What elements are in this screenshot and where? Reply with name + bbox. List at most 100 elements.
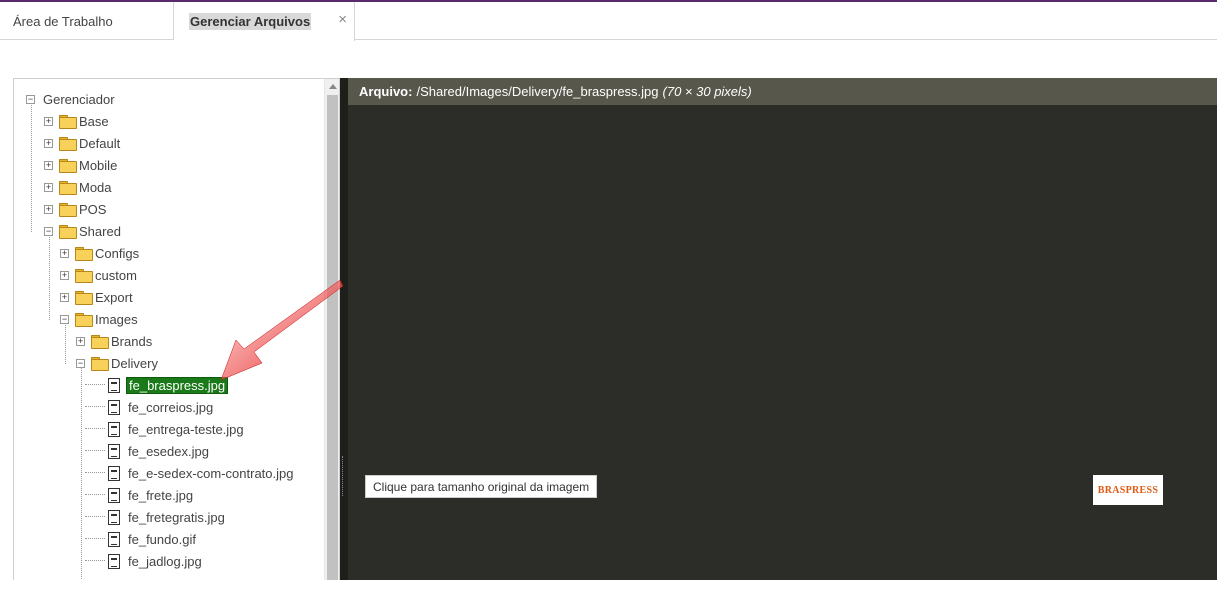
tree-file-esedex[interactable]: fe_esedex.jpg (108, 440, 211, 462)
file-icon (108, 421, 120, 437)
folder-icon (59, 137, 77, 151)
folder-icon (75, 291, 93, 305)
tab-desktop[interactable]: Área de Trabalho (0, 2, 174, 40)
file-icon (108, 377, 120, 393)
tree-file-jadlog[interactable]: fe_jadlog.jpg (108, 550, 204, 572)
tree-root-label: Gerenciador (43, 91, 115, 107)
image-thumbnail[interactable]: BRASPRESS (1093, 475, 1163, 505)
tree-file-label: fe_esedex.jpg (128, 443, 209, 459)
tree-folder-configs[interactable]: + Configs (60, 242, 141, 264)
tree-file-label: fe_jadlog.jpg (128, 553, 202, 569)
tree-file-e-sedex-contrato[interactable]: fe_e-sedex-com-contrato.jpg (108, 462, 295, 484)
tree-folder-mobile[interactable]: + Mobile (44, 154, 119, 176)
tree-folder-label: POS (79, 201, 107, 217)
original-size-button[interactable]: Clique para tamanho original da imagem (365, 475, 598, 498)
braspress-logo-text: BRASPRESS (1097, 484, 1159, 496)
tree-scrollbar[interactable] (324, 79, 339, 580)
expand-icon[interactable]: + (60, 270, 69, 280)
tree-file-label: fe_fundo.gif (128, 531, 196, 547)
tree-file-fretegratis[interactable]: fe_fretegratis.jpg (108, 506, 227, 528)
tree-folder-label: Export (95, 289, 133, 305)
preview-file-path: /Shared/Images/Delivery/fe_braspress.jpg (416, 84, 659, 99)
expand-icon[interactable]: + (44, 182, 53, 192)
tree-folder-pos[interactable]: + POS (44, 198, 108, 220)
tree-root[interactable]: − Gerenciador (26, 88, 117, 110)
file-preview-panel: Arquivo: /Shared/Images/Delivery/fe_bras… (340, 78, 1217, 580)
tree-folder-shared[interactable]: − Shared (44, 220, 123, 242)
preview-header: Arquivo: /Shared/Images/Delivery/fe_bras… (348, 78, 1217, 105)
tree-connector (85, 494, 105, 495)
tree-file-label: fe_entrega-teste.jpg (128, 421, 244, 437)
tree-file-entrega-teste[interactable]: fe_entrega-teste.jpg (108, 418, 246, 440)
tree-folder-base[interactable]: + Base (44, 110, 111, 132)
tree-folder-moda[interactable]: + Moda (44, 176, 114, 198)
folder-icon (59, 181, 77, 195)
file-icon (108, 465, 120, 481)
tree-connector (85, 472, 105, 473)
preview-dimensions: (70 × 30 pixels) (662, 84, 752, 99)
tree-connector (85, 428, 105, 429)
folder-icon (59, 159, 77, 173)
expand-icon[interactable]: + (44, 138, 53, 148)
folder-icon (91, 335, 109, 349)
folder-icon (75, 313, 93, 327)
tree-folder-export[interactable]: + Export (60, 286, 135, 308)
expand-icon[interactable]: + (76, 336, 85, 346)
expand-icon[interactable]: + (60, 248, 69, 258)
tree-file-frete[interactable]: fe_frete.jpg (108, 484, 195, 506)
close-icon[interactable]: × (338, 11, 347, 28)
tree-folder-images[interactable]: − Images (60, 308, 140, 330)
tree-folder-label: Default (79, 135, 121, 151)
file-tree: − Gerenciador + Base + Default + Mobile … (14, 79, 324, 580)
tree-folder-brands[interactable]: + Brands (76, 330, 154, 352)
tree-folder-label: custom (95, 267, 137, 283)
tree-file-braspress[interactable]: fe_braspress.jpg (108, 374, 229, 396)
file-icon (108, 443, 120, 459)
tree-file-label: fe_correios.jpg (128, 399, 214, 415)
collapse-icon[interactable]: − (26, 94, 35, 104)
tree-folder-label: Configs (95, 245, 140, 261)
tree-connector (85, 560, 105, 561)
tab-bar: Área de Trabalho Gerenciar Arquivos × (0, 2, 1217, 41)
tree-folder-default[interactable]: + Default (44, 132, 122, 154)
folder-icon (59, 225, 77, 239)
file-icon (108, 553, 120, 569)
folder-icon (75, 269, 93, 283)
tree-folder-delivery[interactable]: − Delivery (76, 352, 160, 374)
expand-icon[interactable]: + (44, 160, 53, 170)
scroll-up-arrow-icon[interactable] (329, 84, 337, 89)
tree-file-label: fe_fretegratis.jpg (128, 509, 225, 525)
folder-icon (91, 357, 109, 371)
panel-resize-handle[interactable] (342, 456, 345, 496)
tree-connector (81, 367, 82, 580)
expand-icon[interactable]: + (44, 204, 53, 214)
scroll-thumb[interactable] (327, 95, 338, 580)
expand-icon[interactable]: + (60, 292, 69, 302)
folder-icon (59, 203, 77, 217)
preview-file-label: Arquivo: (359, 84, 413, 99)
collapse-icon[interactable]: − (76, 358, 85, 368)
tree-file-label: fe_braspress.jpg (126, 376, 229, 394)
tree-folder-custom[interactable]: + custom (60, 264, 139, 286)
tab-desktop-label: Área de Trabalho (13, 13, 113, 29)
file-icon (108, 509, 120, 525)
tree-connector (31, 103, 32, 232)
tab-file-manager-label: Gerenciar Arquivos (189, 13, 312, 30)
tree-folder-label: Mobile (79, 157, 118, 173)
tree-file-label: fe_frete.jpg (128, 487, 194, 503)
tab-file-manager[interactable]: Gerenciar Arquivos × (174, 2, 355, 41)
tree-file-correios[interactable]: fe_correios.jpg (108, 396, 215, 418)
tree-folder-label: Shared (79, 223, 121, 239)
tree-connector (49, 235, 50, 320)
tree-file-fundo[interactable]: fe_fundo.gif (108, 528, 198, 550)
folder-icon (75, 247, 93, 261)
expand-icon[interactable]: + (44, 116, 53, 126)
collapse-icon[interactable]: − (44, 226, 53, 236)
tree-file-label: fe_e-sedex-com-contrato.jpg (128, 465, 294, 481)
file-icon (108, 531, 120, 547)
collapse-icon[interactable]: − (60, 314, 69, 324)
file-icon (108, 487, 120, 503)
file-icon (108, 399, 120, 415)
tree-folder-label: Base (79, 113, 109, 129)
tree-folder-label: Moda (79, 179, 112, 195)
